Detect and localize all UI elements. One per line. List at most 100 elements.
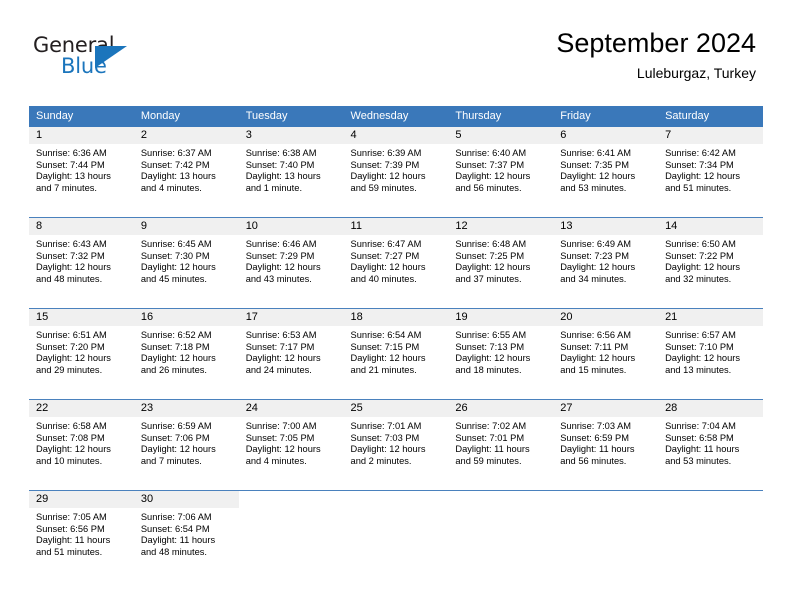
day-number: 4	[343, 127, 449, 144]
sunset-text: Sunset: 7:17 PM	[245, 341, 315, 352]
daylight-text-line1: Daylight: 12 hours	[350, 171, 426, 182]
calendar-day-cell[interactable]: 1 Sunrise: 6:36 AM Sunset: 7:44 PM Daylight…	[29, 127, 134, 211]
daylight-text-line2: and 26 minutes.	[140, 364, 207, 375]
sunrise-text: Sunrise: 6:42 AM	[665, 148, 736, 158]
day-details: Sunrise: 6:46 AM Sunset: 7:29 PM Daylight:…	[239, 235, 344, 285]
calendar-day-cell[interactable]	[343, 490, 449, 575]
sunset-text: Sunset: 6:58 PM	[665, 432, 734, 443]
daylight-text-line2: and 7 minutes.	[140, 455, 202, 466]
calendar-day-cell[interactable]: 2 Sunrise: 6:37 AM Sunset: 7:42 PM Daylight…	[133, 127, 239, 211]
calendar-day-cell[interactable]: 6 Sunrise: 6:41 AM Sunset: 7:35 PM Daylight…	[553, 127, 659, 211]
daylight-text-line1: Daylight: 13 hours	[140, 171, 216, 182]
day-number: 8	[29, 218, 134, 235]
daylight-text-line2: and 1 minute.	[245, 182, 303, 193]
sunset-text: Sunset: 7:06 PM	[140, 432, 210, 443]
calendar-day-cell[interactable]: 20 Sunrise: 6:56 AM Sunset: 7:11 PM Dayligh…	[553, 308, 659, 393]
sunset-text: Sunset: 7:20 PM	[36, 341, 105, 352]
daylight-text-line1: Daylight: 12 hours	[140, 444, 216, 455]
weekday-header-monday: Monday	[133, 106, 239, 127]
day-details: Sunrise: 6:45 AM Sunset: 7:30 PM Daylight:…	[134, 235, 239, 285]
sunset-text: Sunset: 6:59 PM	[560, 432, 629, 443]
calendar-day-cell[interactable]: 9 Sunrise: 6:45 AM Sunset: 7:30 PM Daylight…	[133, 217, 239, 302]
sunrise-text: Sunrise: 6:52 AM	[140, 330, 212, 340]
calendar-day-cell[interactable]: 29 Sunrise: 7:05 AM Sunset: 6:56 PM Dayligh…	[29, 490, 134, 575]
calendar-day-cell[interactable]	[238, 490, 344, 575]
calendar-day-cell[interactable]	[448, 490, 554, 575]
day-cell-inner: 12 Sunrise: 6:48 AM Sunset: 7:25 PM Dayligh…	[448, 218, 554, 302]
calendar-day-cell[interactable]: 24 Sunrise: 7:00 AM Sunset: 7:05 PM Dayligh…	[238, 399, 344, 484]
calendar-day-cell[interactable]: 15 Sunrise: 6:51 AM Sunset: 7:20 PM Dayligh…	[29, 308, 134, 393]
day-number: 13	[553, 218, 659, 235]
daylight-text-line2: and 51 minutes.	[665, 182, 732, 193]
calendar-day-cell[interactable]: 16 Sunrise: 6:52 AM Sunset: 7:18 PM Dayligh…	[133, 308, 239, 393]
sunrise-text: Sunrise: 6:51 AM	[36, 330, 107, 340]
daylight-text-line1: Daylight: 12 hours	[665, 353, 740, 364]
sunrise-text: Sunrise: 6:50 AM	[665, 239, 736, 249]
daylight-text-line2: and 37 minutes.	[455, 273, 522, 284]
daylight-text-line2: and 4 minutes.	[140, 182, 202, 193]
day-details: Sunrise: 6:38 AM Sunset: 7:40 PM Daylight:…	[239, 144, 344, 194]
day-details: Sunrise: 6:43 AM Sunset: 7:32 PM Daylight:…	[29, 235, 134, 285]
day-details: Sunrise: 7:03 AM Sunset: 6:59 PM Daylight:…	[553, 417, 658, 467]
day-number: 29	[29, 491, 134, 508]
day-details: Sunrise: 6:50 AM Sunset: 7:22 PM Daylight:…	[658, 235, 763, 285]
calendar-day-cell[interactable]: 5 Sunrise: 6:40 AM Sunset: 7:37 PM Daylight…	[448, 127, 554, 211]
calendar-day-cell[interactable]: 21 Sunrise: 6:57 AM Sunset: 7:10 PM Dayligh…	[658, 308, 763, 393]
brand-logo[interactable]: General Blue	[33, 33, 163, 81]
day-details: Sunrise: 6:42 AM Sunset: 7:34 PM Daylight:…	[658, 144, 763, 194]
calendar-day-cell[interactable]: 11 Sunrise: 6:47 AM Sunset: 7:27 PM Dayligh…	[343, 217, 449, 302]
day-cell-inner	[553, 491, 659, 575]
sunrise-text: Sunrise: 6:59 AM	[140, 421, 212, 431]
sunrise-text: Sunrise: 6:48 AM	[455, 239, 527, 249]
day-cell-inner: 16 Sunrise: 6:52 AM Sunset: 7:18 PM Dayligh…	[133, 309, 239, 393]
calendar-day-cell[interactable]: 17 Sunrise: 6:53 AM Sunset: 7:17 PM Dayligh…	[238, 308, 344, 393]
day-cell-inner: 30 Sunrise: 7:06 AM Sunset: 6:54 PM Dayligh…	[133, 491, 239, 575]
sunrise-text: Sunrise: 6:45 AM	[140, 239, 212, 249]
sunset-text: Sunset: 7:39 PM	[350, 159, 420, 170]
day-number: 15	[29, 309, 134, 326]
page-subtitle-location: Luleburgaz, Turkey	[636, 65, 756, 81]
weekday-header-wednesday: Wednesday	[343, 106, 449, 127]
calendar-day-cell[interactable]: 25 Sunrise: 7:01 AM Sunset: 7:03 PM Dayligh…	[343, 399, 449, 484]
daylight-text-line2: and 13 minutes.	[665, 364, 732, 375]
calendar-day-cell[interactable]: 4 Sunrise: 6:39 AM Sunset: 7:39 PM Daylight…	[343, 127, 449, 211]
sunset-text: Sunset: 7:40 PM	[245, 159, 315, 170]
calendar-day-cell[interactable]: 14 Sunrise: 6:50 AM Sunset: 7:22 PM Dayligh…	[658, 217, 763, 302]
calendar-day-cell[interactable]: 3 Sunrise: 6:38 AM Sunset: 7:40 PM Daylight…	[238, 127, 344, 211]
day-details: Sunrise: 6:59 AM Sunset: 7:06 PM Daylight:…	[134, 417, 239, 467]
calendar-day-cell[interactable]: 10 Sunrise: 6:46 AM Sunset: 7:29 PM Dayligh…	[238, 217, 344, 302]
calendar-day-cell[interactable]: 26 Sunrise: 7:02 AM Sunset: 7:01 PM Dayligh…	[448, 399, 554, 484]
sunrise-text: Sunrise: 6:54 AM	[350, 330, 422, 340]
day-number	[448, 491, 554, 508]
day-cell-inner: 23 Sunrise: 6:59 AM Sunset: 7:06 PM Dayligh…	[133, 400, 239, 484]
sunset-text: Sunset: 6:54 PM	[140, 523, 210, 534]
day-number: 10	[238, 218, 344, 235]
calendar-day-cell[interactable]	[658, 490, 763, 575]
calendar-day-cell[interactable]: 7 Sunrise: 6:42 AM Sunset: 7:34 PM Daylight…	[658, 127, 763, 211]
day-number: 28	[658, 400, 763, 417]
calendar-day-cell[interactable]: 18 Sunrise: 6:54 AM Sunset: 7:15 PM Dayligh…	[343, 308, 449, 393]
calendar-day-cell[interactable]: 28 Sunrise: 7:04 AM Sunset: 6:58 PM Dayligh…	[658, 399, 763, 484]
calendar-day-cell[interactable]: 23 Sunrise: 6:59 AM Sunset: 7:06 PM Dayligh…	[133, 399, 239, 484]
weekday-header-saturday: Saturday	[658, 106, 763, 127]
sunrise-text: Sunrise: 6:43 AM	[36, 239, 107, 249]
calendar-day-cell[interactable]: 8 Sunrise: 6:43 AM Sunset: 7:32 PM Daylight…	[29, 217, 134, 302]
day-number: 23	[133, 400, 239, 417]
calendar-day-cell[interactable]: 30 Sunrise: 7:06 AM Sunset: 6:54 PM Dayligh…	[133, 490, 239, 575]
day-cell-inner: 26 Sunrise: 7:02 AM Sunset: 7:01 PM Dayligh…	[448, 400, 554, 484]
day-details: Sunrise: 6:56 AM Sunset: 7:11 PM Daylight:…	[553, 326, 658, 376]
daylight-text-line1: Daylight: 12 hours	[350, 262, 426, 273]
calendar-day-cell[interactable]	[553, 490, 659, 575]
day-number: 7	[658, 127, 763, 144]
sunset-text: Sunset: 7:29 PM	[245, 250, 315, 261]
day-details: Sunrise: 6:48 AM Sunset: 7:25 PM Daylight:…	[448, 235, 553, 285]
calendar-day-cell[interactable]: 22 Sunrise: 6:58 AM Sunset: 7:08 PM Dayligh…	[29, 399, 134, 484]
calendar-day-cell[interactable]: 12 Sunrise: 6:48 AM Sunset: 7:25 PM Dayligh…	[448, 217, 554, 302]
day-cell-inner: 22 Sunrise: 6:58 AM Sunset: 7:08 PM Dayligh…	[29, 400, 134, 484]
calendar-day-cell[interactable]: 19 Sunrise: 6:55 AM Sunset: 7:13 PM Dayligh…	[448, 308, 554, 393]
daylight-text-line1: Daylight: 11 hours	[36, 535, 111, 546]
sunrise-text: Sunrise: 6:37 AM	[140, 148, 212, 158]
calendar-day-cell[interactable]: 13 Sunrise: 6:49 AM Sunset: 7:23 PM Dayligh…	[553, 217, 659, 302]
day-number: 17	[238, 309, 344, 326]
calendar-day-cell[interactable]: 27 Sunrise: 7:03 AM Sunset: 6:59 PM Dayligh…	[553, 399, 659, 484]
